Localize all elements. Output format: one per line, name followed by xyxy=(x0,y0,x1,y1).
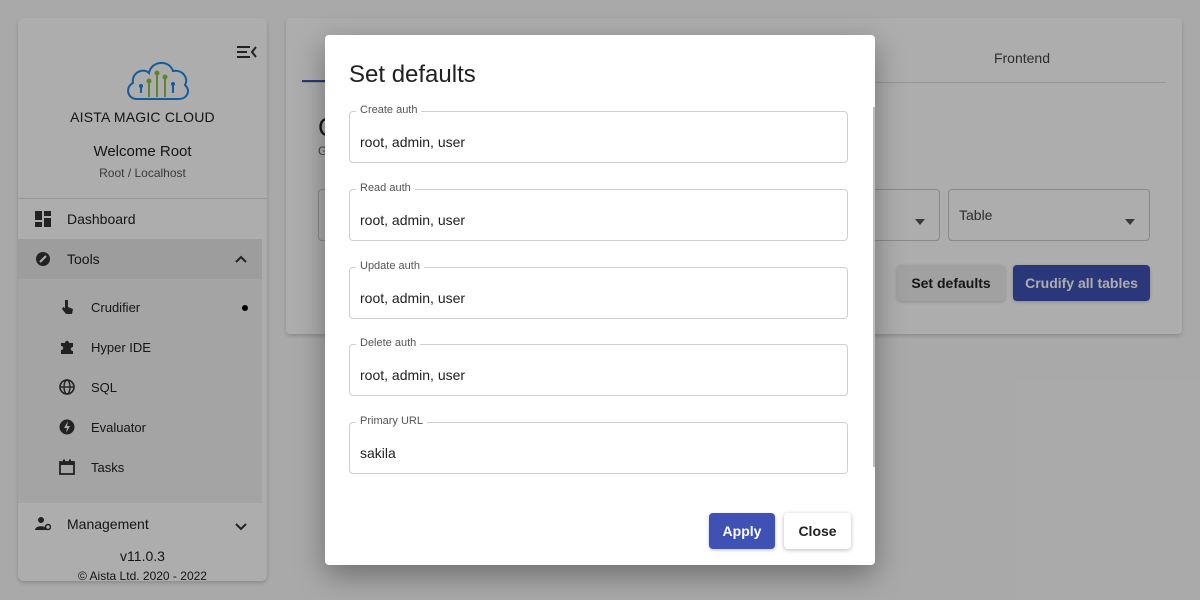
create-auth-field[interactable]: Create auth root, admin, user xyxy=(349,104,848,163)
primary-url-field[interactable]: Primary URL sakila xyxy=(349,415,848,474)
dialog-title: Set defaults xyxy=(349,61,476,88)
delete-auth-field[interactable]: Delete auth root, admin, user xyxy=(349,337,848,396)
create-auth-input[interactable]: root, admin, user xyxy=(360,134,830,150)
primary-url-input[interactable]: sakila xyxy=(360,445,830,461)
field-label: Create auth xyxy=(356,104,422,116)
field-label: Primary URL xyxy=(356,415,427,427)
delete-auth-input[interactable]: root, admin, user xyxy=(360,367,830,383)
close-button[interactable]: Close xyxy=(784,513,851,549)
field-label: Delete auth xyxy=(356,337,421,349)
apply-button[interactable]: Apply xyxy=(709,513,775,549)
field-label: Read auth xyxy=(356,182,415,194)
read-auth-field[interactable]: Read auth root, admin, user xyxy=(349,182,848,241)
read-auth-input[interactable]: root, admin, user xyxy=(360,212,830,228)
set-defaults-dialog: Set defaults Create auth root, admin, us… xyxy=(325,35,875,565)
update-auth-input[interactable]: root, admin, user xyxy=(360,290,830,306)
dialog-scrollbar[interactable] xyxy=(873,107,875,467)
field-label: Update auth xyxy=(356,260,424,272)
update-auth-field[interactable]: Update auth root, admin, user xyxy=(349,260,848,319)
